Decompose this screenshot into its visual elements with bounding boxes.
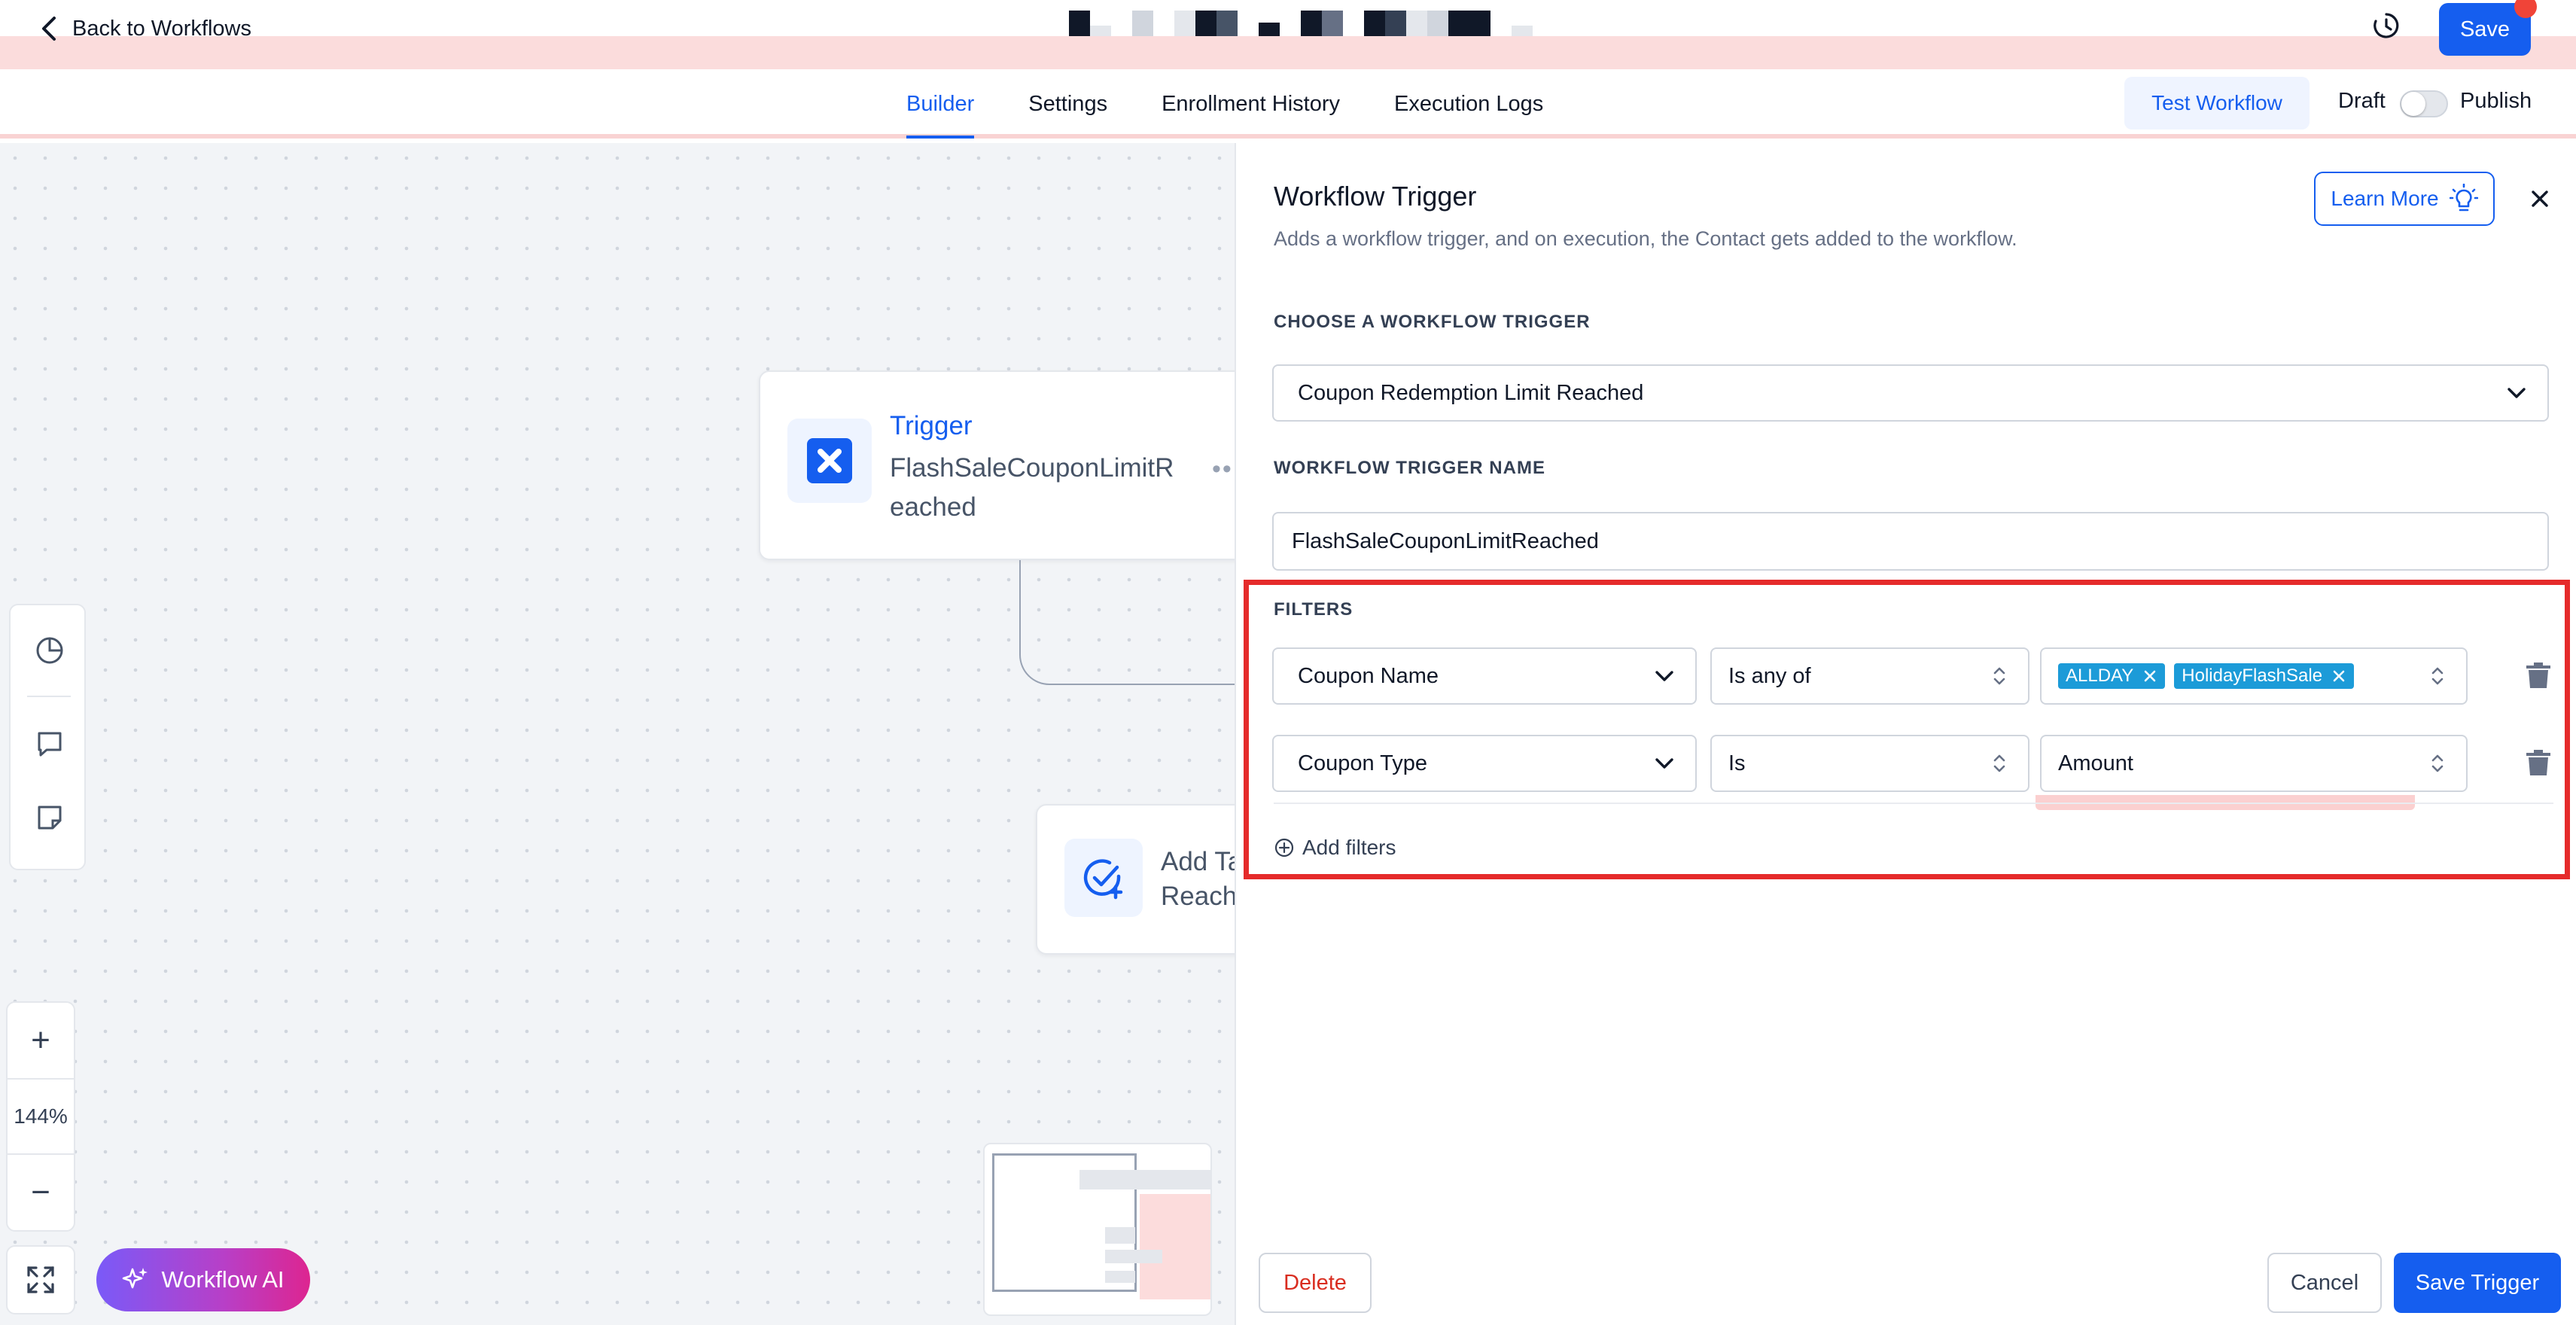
chevron-left-icon (39, 16, 59, 41)
minimap-node (1105, 1271, 1135, 1283)
toolbar-divider (27, 696, 71, 697)
canvas-side-toolbar (9, 604, 86, 870)
workflow-ai-button[interactable]: Workflow AI (96, 1248, 310, 1311)
trigger-node-title: Trigger (890, 411, 973, 440)
header-highlight-band (0, 36, 2576, 69)
expand-icon (26, 1265, 56, 1295)
sticky-note-icon[interactable] (35, 803, 65, 833)
learn-more-button[interactable]: Learn More (2314, 172, 2495, 226)
unsaved-changes-dot (2514, 0, 2537, 18)
workflow-ai-label: Workflow AI (161, 1266, 285, 1293)
minimap-node (1079, 1170, 1210, 1189)
tab-enrollment-history[interactable]: Enrollment History (1162, 69, 1340, 139)
workflow-canvas[interactable]: Trigger FlashSaleCouponLimitReached •• A… (0, 143, 1235, 1325)
cancel-button[interactable]: Cancel (2267, 1253, 2382, 1313)
trigger-name-input[interactable] (1272, 512, 2549, 571)
action-node-line2: Reach (1161, 882, 1235, 911)
action-node-line1: Add Ta (1161, 847, 1235, 876)
panel-description: Adds a workflow trigger, and on executio… (1274, 227, 2017, 250)
fit-to-screen-button[interactable] (6, 1245, 75, 1314)
back-to-workflows-link[interactable]: Back to Workflows (39, 11, 251, 47)
minimap-node (1105, 1227, 1135, 1244)
sparkles-icon (122, 1266, 149, 1293)
zoom-out-button[interactable]: − (8, 1155, 74, 1230)
action-node-icon-box (1064, 839, 1143, 917)
filters-highlight-box (1244, 580, 2570, 879)
trigger-node[interactable]: Trigger FlashSaleCouponLimitReached •• (759, 370, 1235, 560)
action-node-label: Add Ta Reach (1161, 845, 1235, 914)
save-trigger-button[interactable]: Save Trigger (2394, 1253, 2561, 1313)
tab-execution-logs[interactable]: Execution Logs (1394, 69, 1543, 139)
tab-settings[interactable]: Settings (1028, 69, 1107, 139)
pie-chart-icon[interactable] (35, 635, 65, 666)
minimap-highlight (1140, 1194, 1210, 1299)
chevron-down-icon (2507, 386, 2526, 400)
panel-title: Workflow Trigger (1274, 181, 1477, 212)
zoom-level: 144% (8, 1078, 74, 1155)
check-circle-plus-icon (1081, 855, 1126, 900)
trigger-type-select[interactable]: Coupon Redemption Limit Reached (1272, 364, 2549, 422)
publish-label: Publish (2460, 89, 2532, 113)
trigger-node-subtitle: FlashSaleCouponLimitReached (890, 453, 1174, 522)
trigger-node-icon-box (787, 419, 872, 503)
back-to-workflows-label: Back to Workflows (72, 16, 251, 41)
close-icon[interactable] (2525, 184, 2555, 214)
delete-trigger-button[interactable]: Delete (1259, 1253, 1372, 1313)
minimap-node (1105, 1250, 1162, 1263)
top-header: Back to Workflows Save (0, 0, 2576, 69)
test-workflow-button[interactable]: Test Workflow (2124, 77, 2310, 129)
trigger-section-label: CHOOSE A WORKFLOW TRIGGER (1274, 312, 1591, 332)
zoom-in-button[interactable]: + (8, 1003, 74, 1078)
node-menu-icon[interactable]: •• (1212, 455, 1233, 484)
canvas-minimap[interactable] (983, 1143, 1212, 1316)
learn-more-label: Learn More (2331, 187, 2439, 210)
main-tabs: Builder Settings Enrollment History Exec… (906, 69, 1543, 139)
tab-bar: Builder Settings Enrollment History Exec… (0, 69, 2576, 139)
comment-icon[interactable] (35, 729, 65, 759)
action-node[interactable]: Add Ta Reach (1036, 804, 1235, 955)
history-clock-icon[interactable] (2371, 11, 2401, 41)
trigger-name-section-label: WORKFLOW TRIGGER NAME (1274, 458, 1545, 478)
publish-toggle-knob (2401, 92, 2425, 116)
tab-builder[interactable]: Builder (906, 69, 975, 139)
zoom-controls: + 144% − (6, 1001, 75, 1232)
workflow-title-redacted (1069, 11, 1536, 36)
node-connector (1019, 560, 1235, 685)
close-square-icon (805, 437, 854, 485)
trigger-type-value: Coupon Redemption Limit Reached (1298, 380, 1644, 405)
lightbulb-icon (2449, 184, 2478, 214)
draft-label: Draft (2338, 89, 2386, 113)
